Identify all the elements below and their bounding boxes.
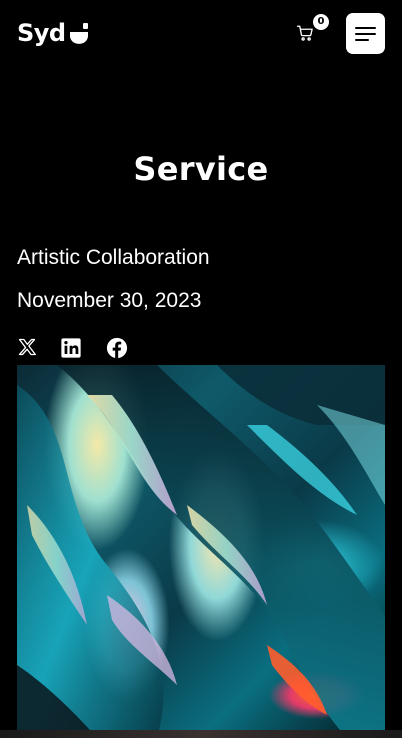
site-logo[interactable]: Syd — [17, 20, 89, 46]
linkedin-icon — [61, 338, 81, 358]
cart-count-badge: 0 — [313, 14, 329, 30]
page-title: Service — [133, 150, 269, 188]
post-category: Artistic Collaboration — [17, 246, 210, 269]
cart-icon — [296, 25, 313, 41]
share-facebook-button[interactable] — [106, 337, 128, 359]
facebook-icon — [106, 337, 128, 359]
post-date: November 30, 2023 — [17, 289, 202, 312]
hero-image — [17, 365, 385, 738]
logo-text: Syd — [17, 19, 66, 47]
logo-smile-icon — [69, 22, 89, 44]
x-twitter-icon — [18, 338, 36, 356]
bottom-edge — [0, 730, 402, 738]
share-linkedin-button[interactable] — [60, 337, 82, 359]
menu-button[interactable] — [346, 13, 385, 54]
share-x-button[interactable] — [17, 337, 39, 359]
site-header: Syd 0 — [0, 0, 402, 68]
